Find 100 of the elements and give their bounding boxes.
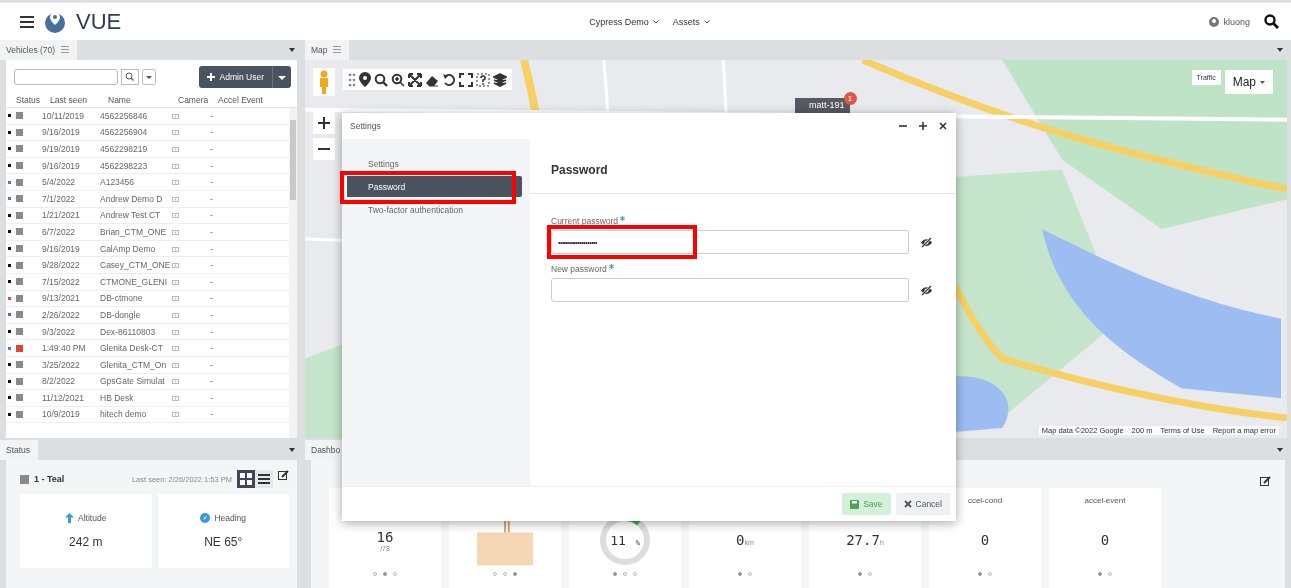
pin-icon[interactable]	[359, 72, 371, 87]
dialog-title: Settings	[350, 121, 381, 131]
user-name[interactable]: kluong	[1223, 16, 1250, 27]
fullscreen-icon[interactable]	[459, 72, 473, 87]
edit-icon[interactable]	[1260, 476, 1271, 487]
password-field[interactable]	[551, 278, 909, 302]
app-name: VUE	[76, 8, 122, 35]
column-header[interactable]: Last seen	[50, 94, 108, 105]
tile-title: ccel-cond	[967, 496, 1003, 505]
undo-icon[interactable]	[442, 72, 456, 87]
table-cell-text: 11/12/2021	[42, 392, 85, 403]
maximize-button[interactable]	[916, 122, 930, 130]
menu-dropdown[interactable]: Cypress Demo	[589, 16, 659, 27]
camera-icon	[172, 262, 179, 269]
table-cell-text: -	[210, 326, 214, 337]
table-cell-text: -	[210, 127, 214, 138]
drag-handle-icon[interactable]	[348, 72, 356, 87]
caret-icon[interactable]	[289, 448, 295, 452]
caret-icon[interactable]	[1277, 448, 1283, 452]
expand-icon[interactable]	[408, 72, 422, 87]
table-cell-text: 10/11/2019	[42, 110, 85, 121]
caret-icon[interactable]	[273, 66, 291, 88]
admin-user-button[interactable]: Admin User	[198, 66, 273, 88]
zoom-out-button[interactable]	[313, 138, 335, 160]
caret-icon	[1260, 80, 1265, 84]
page-dot[interactable]	[738, 572, 742, 576]
search-icon[interactable]	[1264, 14, 1279, 29]
camera-icon	[172, 378, 179, 385]
column-header[interactable]: Camera	[178, 94, 218, 105]
page-dot[interactable]	[1098, 572, 1102, 576]
search-icon[interactable]	[374, 72, 388, 87]
sidebar-item[interactable]: Settings	[342, 153, 522, 174]
grid-view-button[interactable]	[237, 470, 255, 488]
table-cell-text: 9/16/2019	[42, 243, 81, 254]
search-field[interactable]	[14, 69, 118, 85]
sidebar-item[interactable]: Two-factor authentication	[342, 199, 522, 220]
page-dot[interactable]	[858, 572, 862, 576]
table-cell-text: -	[210, 110, 214, 121]
sidebar-item[interactable]: Password	[347, 176, 522, 197]
table-cell-text: -	[210, 409, 214, 420]
zoom-in-button[interactable]	[313, 112, 335, 134]
map-type-dropdown[interactable]: Map	[1224, 70, 1273, 94]
close-button[interactable]	[936, 122, 950, 130]
page-dot[interactable]	[613, 572, 617, 576]
status-square	[20, 474, 29, 484]
table-cell-text: -	[210, 243, 214, 254]
cancel-button[interactable]: Cancel	[895, 493, 950, 515]
compass-icon	[200, 513, 211, 523]
tile-label: Heading	[214, 513, 247, 523]
caret-icon[interactable]	[289, 48, 295, 52]
scrollbar[interactable]	[289, 108, 297, 438]
search-icon[interactable]	[121, 69, 139, 85]
eye-slash-icon[interactable]	[920, 284, 933, 296]
menu-dropdown[interactable]: Assets	[672, 16, 710, 27]
camera-icon	[172, 411, 179, 418]
table-cell-text: DB-ctmone	[100, 293, 144, 304]
table-cell-text: -	[210, 392, 214, 403]
table-cell-text: -	[210, 293, 214, 304]
caret-icon[interactable]	[142, 69, 156, 85]
table-cell-text: 3/25/2022	[42, 359, 81, 370]
camera-icon	[172, 212, 179, 219]
table-cell-text: Dex-86110803	[100, 326, 157, 337]
camera-icon	[172, 295, 179, 302]
help-icon[interactable]	[476, 72, 490, 87]
camera-icon	[172, 195, 179, 202]
column-header[interactable]: Accel Event	[218, 94, 297, 105]
menu-icon[interactable]	[20, 15, 34, 28]
table-cell-text: -	[210, 193, 214, 204]
edit-icon[interactable]	[278, 470, 289, 481]
table-cell-text: -	[210, 276, 214, 287]
camera-icon	[172, 129, 179, 136]
column-header[interactable]: Name	[108, 94, 178, 105]
table-cell-text: 9/16/2019	[42, 127, 81, 138]
table-cell-text: 9/16/2019	[42, 160, 81, 171]
panel-tab[interactable]: Vehicles (70)	[0, 40, 77, 60]
eye-slash-icon[interactable]	[920, 236, 933, 248]
layers-icon[interactable]	[493, 72, 507, 87]
field-label: New password	[551, 264, 607, 274]
page-dot[interactable]	[383, 572, 387, 576]
table-cell-text: DB-dongle	[100, 309, 142, 320]
user-icon	[1209, 16, 1220, 27]
tile-value: 242 m	[69, 535, 103, 549]
table-cell-text: -	[210, 359, 214, 370]
table-cell-text: 6/7/2022	[42, 226, 77, 237]
table-cell-text: A123456	[100, 177, 136, 188]
table-cell-text: Glenita Desk-CT	[100, 343, 164, 354]
table-cell-text: 4562298219	[100, 144, 149, 154]
panel-tab[interactable]: Map	[305, 40, 349, 60]
column-header[interactable]: Status	[16, 94, 50, 105]
caret-icon[interactable]	[1277, 48, 1283, 52]
table-cell-text: 8/2/2022	[42, 376, 77, 387]
camera-icon	[172, 394, 179, 401]
vehicle-name: 1 - Teal	[34, 474, 65, 484]
page-dot[interactable]	[513, 572, 517, 576]
table-cell-text: Glenita_CTM_On	[100, 359, 168, 370]
camera-icon	[172, 179, 179, 186]
minimize-button[interactable]	[896, 122, 910, 130]
zoom-in-icon[interactable]	[391, 72, 405, 87]
panel-tab[interactable]: Status	[0, 440, 39, 460]
page-dot[interactable]	[978, 572, 982, 576]
